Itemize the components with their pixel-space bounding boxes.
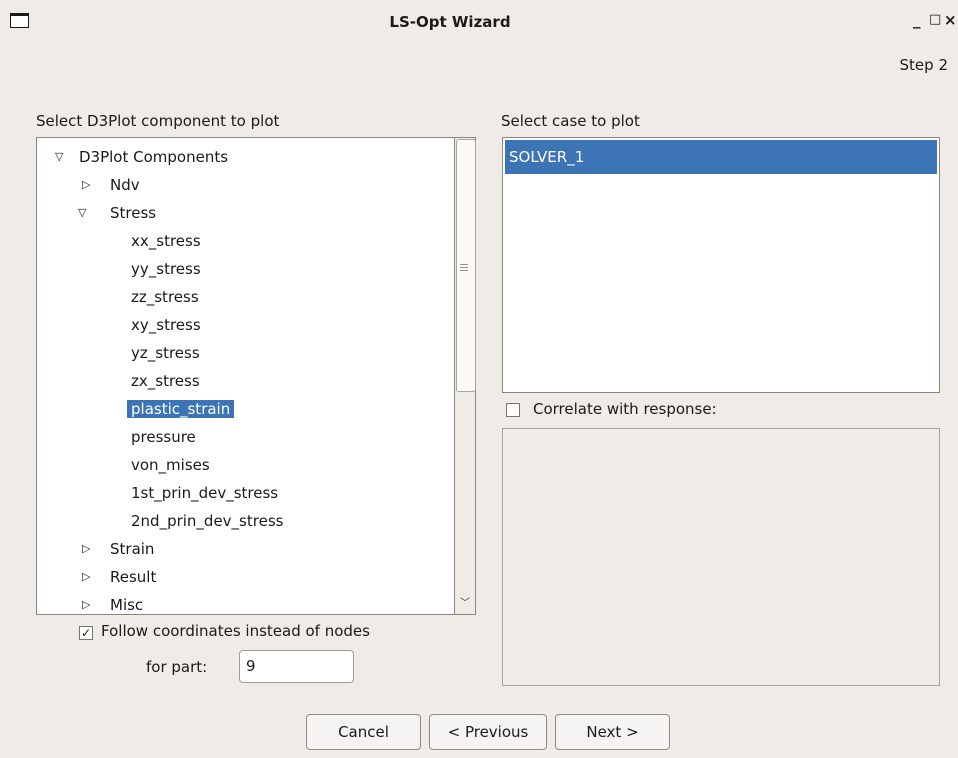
tree-node-misc[interactable]: ▷ Misc xyxy=(82,591,143,614)
collapsed-arrow-icon[interactable]: ▷ xyxy=(82,171,98,199)
tree-node-result[interactable]: ▷ Result xyxy=(82,563,156,591)
close-icon[interactable]: × xyxy=(944,11,957,29)
component-tree[interactable]: ▽ D3Plot Components ▷ Ndv ▽ Stress xx_st… xyxy=(36,137,456,615)
expanded-arrow-icon[interactable]: ▽ xyxy=(78,199,94,227)
tree-leaf[interactable]: xy_stress xyxy=(131,311,201,339)
scroll-down-icon[interactable]: ﹀ xyxy=(458,597,472,611)
component-label: Select D3Plot component to plot xyxy=(36,112,280,130)
tree-leaf[interactable]: zz_stress xyxy=(131,283,199,311)
maximize-icon[interactable]: □ xyxy=(929,12,941,27)
tree-node-root[interactable]: ▽ D3Plot Components xyxy=(55,143,228,171)
tree-node-stress[interactable]: ▽ Stress xyxy=(78,199,156,227)
tree-node-strain[interactable]: ▷ Strain xyxy=(82,535,154,563)
part-input[interactable]: 9 xyxy=(239,650,354,683)
tree-leaf[interactable]: pressure xyxy=(131,423,196,451)
collapsed-arrow-icon[interactable]: ▷ xyxy=(82,591,98,614)
tree-leaf[interactable]: xx_stress xyxy=(131,227,201,255)
correlate-checkbox[interactable] xyxy=(506,403,520,417)
expanded-arrow-icon[interactable]: ▽ xyxy=(55,143,71,171)
tree-leaf[interactable]: yy_stress xyxy=(131,255,201,283)
cancel-button[interactable]: Cancel xyxy=(306,714,421,750)
case-label: Select case to plot xyxy=(501,112,640,130)
collapsed-arrow-icon[interactable]: ▷ xyxy=(82,563,98,591)
follow-coordinates-label: Follow coordinates instead of nodes xyxy=(101,622,370,640)
tree-leaf[interactable]: 1st_prin_dev_stress xyxy=(131,479,278,507)
window-title: LS-Opt Wizard xyxy=(389,13,511,31)
previous-button[interactable]: < Previous xyxy=(429,714,547,750)
tree-leaf[interactable]: von_mises xyxy=(131,451,210,479)
collapsed-arrow-icon[interactable]: ▷ xyxy=(82,535,98,563)
tree-leaf[interactable]: 2nd_prin_dev_stress xyxy=(131,507,283,535)
case-list[interactable]: SOLVER_1 xyxy=(502,137,940,393)
tree-leaf-selected[interactable]: plastic_strain xyxy=(127,395,235,423)
grip-icon xyxy=(460,264,468,273)
case-item-selected[interactable]: SOLVER_1 xyxy=(505,140,937,174)
follow-coordinates-checkbox[interactable]: ✓ xyxy=(79,626,93,640)
part-label: for part: xyxy=(146,658,208,676)
step-indicator: Step 2 xyxy=(899,56,948,74)
next-button[interactable]: Next > xyxy=(555,714,670,750)
tree-leaf[interactable]: zx_stress xyxy=(131,367,200,395)
tree-node-ndv[interactable]: ▷ Ndv xyxy=(82,171,140,199)
title-bar: LS-Opt Wizard _ □ × xyxy=(0,0,958,42)
minimize-icon[interactable]: _ xyxy=(913,11,921,29)
response-list[interactable] xyxy=(502,428,940,686)
tree-leaf[interactable]: yz_stress xyxy=(131,339,200,367)
correlate-label: Correlate with response: xyxy=(533,400,717,418)
tree-scrollbar[interactable]: ︿ ﹀ xyxy=(454,137,476,615)
